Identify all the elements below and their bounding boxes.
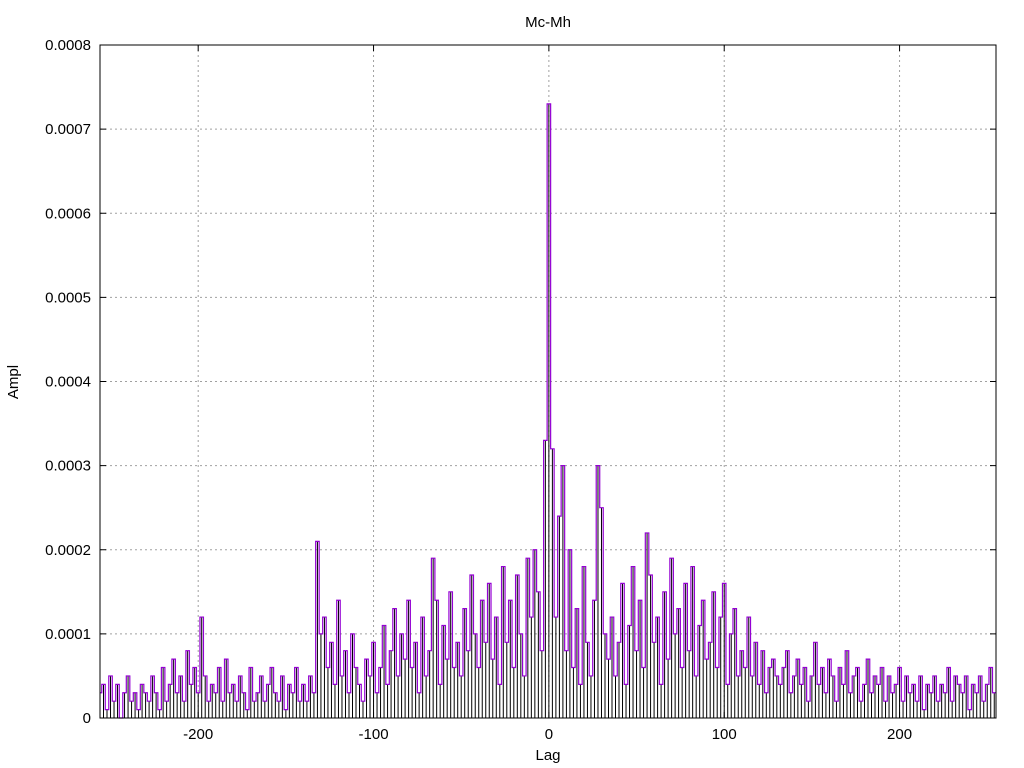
y-tick-label: 0.0002 <box>45 542 91 559</box>
y-tick-label: 0.0006 <box>45 205 91 222</box>
plot-area <box>99 103 996 719</box>
series-line <box>100 103 996 719</box>
x-tick-label: 200 <box>887 726 912 743</box>
y-tick-label: 0 <box>83 710 91 727</box>
x-tick-label: 0 <box>545 726 553 743</box>
x-axis-label: Lag <box>535 747 560 764</box>
x-tick-label: -100 <box>359 726 389 743</box>
chart-title: Mc-Mh <box>525 14 571 31</box>
chart: -200 -100 0 100 200 0 0.0001 0.0002 0.0003 0.0004… <box>0 0 1024 768</box>
grid <box>100 45 996 718</box>
y-tick-label: 0.0007 <box>45 121 91 138</box>
y-tick-label: 0.0001 <box>45 626 91 643</box>
x-tick-label: 100 <box>712 726 737 743</box>
chart-svg: -200 -100 0 100 200 0 0.0001 0.0002 0.0003 0.0004… <box>5 14 997 764</box>
x-tick-label: -200 <box>183 726 213 743</box>
y-tick-label: 0.0008 <box>45 37 91 54</box>
y-tick-label: 0.0004 <box>45 374 91 391</box>
y-tick-label: 0.0005 <box>45 289 91 306</box>
y-axis-label: Ampl <box>5 365 22 399</box>
y-tick-label: 0.0003 <box>45 458 91 475</box>
